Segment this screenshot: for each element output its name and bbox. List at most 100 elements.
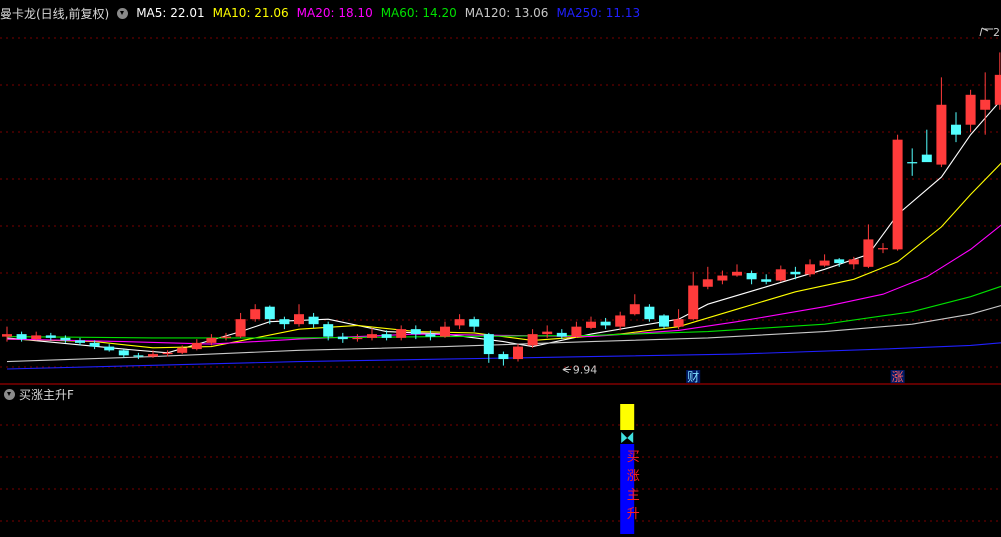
butterfly-icon: [621, 432, 634, 443]
candle: [454, 314, 465, 330]
ma-legend-item: MA10: 21.06: [212, 6, 289, 20]
signal-text-char: 升: [627, 507, 640, 522]
candle-body: [177, 347, 188, 353]
candle: [294, 304, 304, 327]
candle: [892, 134, 903, 251]
candle-body: [629, 304, 640, 315]
candle: [279, 316, 290, 330]
candle-body: [60, 337, 71, 341]
candle-body: [994, 74, 1001, 105]
candle-body: [250, 309, 261, 320]
candle-body: [381, 334, 392, 338]
ma-legend-item: MA60: 14.20: [380, 6, 457, 20]
indicator-dropdown-icon[interactable]: [4, 389, 15, 400]
candle: [513, 344, 523, 362]
candle-body: [892, 139, 903, 250]
candle: [921, 129, 932, 163]
candle-body: [732, 271, 742, 276]
candle: [104, 344, 115, 352]
candle-body: [367, 334, 377, 338]
candle-body: [323, 324, 334, 337]
candle-body: [191, 342, 202, 350]
candle: [994, 52, 1001, 110]
candle-body: [104, 346, 115, 351]
candle: [235, 312, 246, 338]
candle: [688, 271, 699, 321]
candle: [600, 317, 611, 330]
candle-body: [16, 334, 27, 340]
candle-body: [440, 326, 450, 337]
candle: [629, 294, 640, 316]
ma-line-ma5: [6, 99, 1001, 354]
candle-body: [673, 319, 684, 327]
candle-body: [965, 94, 976, 125]
candle-body: [586, 321, 596, 328]
candle-body: [45, 335, 56, 338]
ma-legend-item: MA20: 18.10: [296, 6, 373, 20]
candle-body: [31, 335, 42, 340]
candle: [659, 314, 669, 330]
candle: [732, 264, 742, 277]
candle: [819, 254, 830, 267]
candle: [775, 265, 786, 282]
candle-body: [148, 354, 158, 357]
candlestick-series: 9.94 2 财 涨: [2, 26, 1001, 384]
candle: [878, 243, 888, 254]
signal-text-char: 买: [627, 450, 640, 465]
candle: [221, 332, 231, 341]
candle-body: [75, 340, 85, 343]
ma-legend-item: MA5: 22.01: [136, 6, 205, 20]
signal-yellow-bar: [620, 404, 635, 430]
ma-legend-item: MA120: 13.06: [464, 6, 549, 20]
candle-body: [2, 334, 12, 337]
low-price-label: 9.94: [573, 364, 598, 377]
candle-body: [775, 269, 786, 281]
candle-body: [659, 315, 669, 327]
candle-body: [644, 306, 655, 320]
candle-body: [513, 346, 523, 360]
candle-body: [980, 99, 991, 110]
ma-legend-item: MA250: 11.13: [556, 6, 641, 20]
candle-body: [498, 354, 509, 360]
candle-body: [615, 315, 626, 327]
candle: [644, 304, 655, 322]
event-marker-label: 涨: [892, 369, 904, 384]
candle-body: [162, 352, 173, 355]
candle-body: [469, 319, 480, 327]
candle-body: [308, 316, 319, 325]
low-price-marker: 9.94: [562, 364, 598, 377]
candle-body: [951, 124, 961, 135]
candle-body: [264, 306, 275, 320]
candle-body: [863, 239, 874, 267]
candle: [440, 321, 450, 338]
candle: [60, 335, 71, 343]
signal-text-char: 涨: [627, 469, 640, 484]
candle-body: [337, 336, 348, 340]
candle: [980, 72, 991, 135]
event-marker: 涨: [890, 369, 905, 384]
kline-chart[interactable]: 9.942财涨 买涨主升: [0, 0, 1001, 537]
candle: [951, 112, 961, 143]
candle-body: [936, 104, 947, 165]
high-arrow-icon: [979, 27, 993, 37]
candle: [717, 270, 728, 285]
candle: [527, 329, 538, 348]
settings-dropdown-icon[interactable]: [117, 7, 129, 19]
candle: [308, 312, 319, 328]
candle-body: [921, 154, 932, 163]
candle-body: [118, 350, 129, 356]
candle: [746, 270, 757, 285]
candle: [761, 274, 772, 285]
ma-legend-items: MA5: 22.01 MA10: 21.06 MA20: 18.10 MA60: 14…: [136, 6, 648, 20]
candle: [250, 304, 261, 322]
candle: [965, 89, 976, 133]
stock-title: 曼卡龙(日线,前复权): [0, 6, 110, 21]
candle: [31, 331, 42, 341]
candle-body: [702, 279, 713, 287]
main-legend: 曼卡龙(日线,前复权) MA5: 22.01 MA10: 21.06 MA20: 1…: [0, 5, 656, 21]
candle: [615, 311, 626, 331]
candle-body: [848, 259, 859, 265]
event-marker-label: 财: [687, 370, 699, 384]
candle-body: [717, 275, 728, 281]
candle-body: [571, 326, 582, 337]
